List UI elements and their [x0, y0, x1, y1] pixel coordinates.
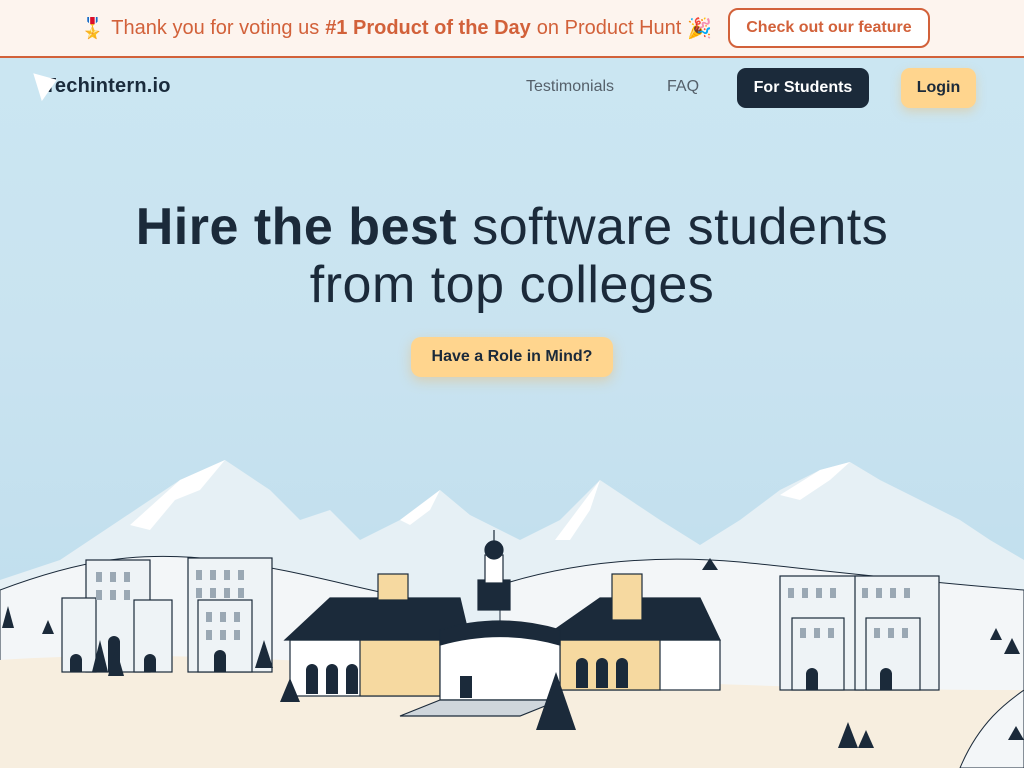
nav-faq[interactable]: FAQ [667, 78, 699, 96]
banner-message: 🎖️ Thank you for voting us #1 Product of… [80, 16, 712, 41]
hero-title: Hire the best software students from top… [0, 198, 1024, 314]
login-button[interactable]: Login [901, 68, 976, 108]
for-students-button[interactable]: For Students [737, 68, 869, 108]
medal-icon: 🎖️ [80, 17, 106, 40]
banner-text-bold: #1 Product of the Day [325, 16, 531, 39]
banner-text-prefix: Thank you for voting us [111, 16, 320, 39]
logo[interactable]: Techintern.io [32, 70, 171, 102]
announcement-banner: 🎖️ Thank you for voting us #1 Product of… [0, 0, 1024, 58]
hero-title-line1: software students [472, 198, 889, 256]
hero-title-bold: Hire the best [135, 198, 458, 256]
logo-icon [33, 73, 57, 102]
logo-text: Techintern.io [44, 74, 171, 97]
nav-testimonials[interactable]: Testimonials [526, 78, 614, 96]
campus-illustration [0, 460, 1024, 768]
role-in-mind-button[interactable]: Have a Role in Mind? [411, 337, 613, 377]
party-icon: 🎉 [687, 17, 713, 40]
banner-text-suffix: on Product Hunt [536, 16, 682, 39]
hero-title-line2: from top colleges [309, 256, 715, 314]
check-feature-button[interactable]: Check out our feature [728, 8, 930, 48]
